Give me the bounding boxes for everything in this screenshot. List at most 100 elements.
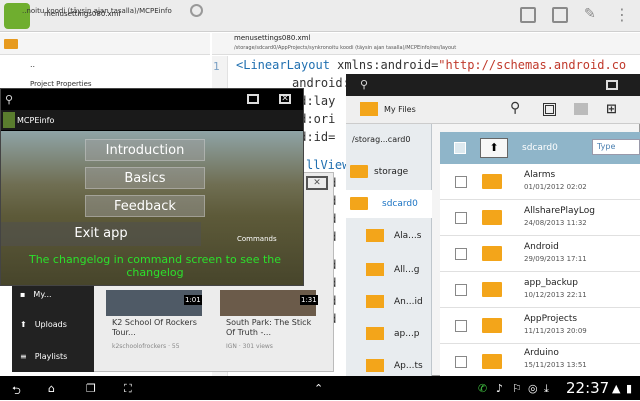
folder-icon [482, 174, 502, 189]
file-date: 24/08/2013 11:32 [524, 219, 587, 227]
folder-icon [482, 318, 502, 333]
sidebar-item-uploads[interactable]: ⬆ Uploads [20, 320, 67, 329]
file-name: Arduino [524, 348, 559, 358]
select-all-checkbox[interactable] [454, 142, 466, 154]
file-name: app_backup [524, 278, 578, 288]
folder-icon [482, 210, 502, 225]
mcpeinfo-window: ⚲ ✕ MCPEinfo Introduction Basics Feedbac… [0, 88, 304, 286]
move-folder-icon[interactable] [574, 103, 588, 115]
file-name: AppProjects [524, 314, 578, 324]
file-date: 29/09/2013 17:11 [524, 255, 587, 263]
download-icon: ⤓ [544, 382, 549, 395]
tree-subitem[interactable]: ap...p [394, 329, 420, 339]
row-checkbox[interactable] [455, 320, 467, 332]
introduction-button[interactable]: Introduction [85, 139, 205, 161]
home-icon[interactable]: ⌂ [48, 382, 55, 395]
screenshot-icon[interactable]: ⛶ [124, 382, 132, 396]
tree-subitem[interactable]: Ap...ts [394, 361, 423, 371]
folder-icon [350, 165, 368, 178]
folder-icon: ▪ [20, 290, 26, 299]
video-channel: IGN · 301 views [226, 343, 273, 350]
video-duration: 1:31 [300, 295, 318, 305]
folder-icon [4, 39, 18, 49]
code-line[interactable]: <LinearLayout xmlns:android="http://sche… [236, 58, 626, 72]
project-path-row[interactable] [0, 33, 210, 55]
row-checkbox[interactable] [455, 176, 467, 188]
image-icon[interactable] [520, 7, 536, 23]
folder-icon [366, 327, 384, 340]
pin-icon[interactable]: ⚲ [360, 78, 368, 91]
back-icon[interactable]: ⮌ [12, 382, 21, 401]
edit-pencil-icon[interactable]: ✎ [584, 6, 596, 22]
app-title: MCPEinfo [17, 116, 55, 125]
exit-app-button[interactable]: Exit app [1, 222, 201, 246]
folder-icon [350, 197, 368, 210]
code-line[interactable]: llView [306, 158, 349, 172]
folder-icon [482, 246, 502, 261]
file-date: 01/01/2012 02:02 [524, 183, 587, 191]
parent-folder-item[interactable]: .. [30, 60, 35, 69]
row-checkbox[interactable] [455, 212, 467, 224]
row-checkbox[interactable] [455, 248, 467, 260]
overflow-menu-icon[interactable]: ⋮ [614, 5, 630, 24]
battery-icon: ▮ [626, 382, 633, 395]
grid-view-icon[interactable] [543, 103, 556, 116]
gear-icon[interactable] [190, 4, 203, 17]
maximize-icon[interactable] [606, 80, 618, 90]
tree-subitem[interactable]: All...g [394, 265, 419, 275]
tree-subitem[interactable]: Ala...s [394, 231, 421, 241]
signal-icon: ▲ [612, 382, 621, 395]
sort-type-select[interactable]: Type [592, 139, 640, 155]
code-attr: xmlns:android= [329, 58, 439, 72]
video-title[interactable]: K2 School Of Rockers Tour... [112, 318, 202, 338]
my-files-icon [360, 102, 378, 116]
folder-icon [482, 354, 502, 369]
video-duration: 1:01 [184, 295, 202, 305]
close-icon[interactable]: ✕ [279, 94, 291, 104]
basics-button[interactable]: Basics [85, 167, 205, 189]
folder-icon [366, 229, 384, 242]
clock: 22:37 [566, 379, 610, 397]
row-checkbox[interactable] [455, 284, 467, 296]
maximize-icon[interactable] [247, 94, 259, 104]
search-icon[interactable]: ⚲ [510, 100, 520, 116]
preview-icon[interactable] [552, 7, 568, 23]
usb-icon: ⚐ [512, 382, 522, 395]
code-tag: <LinearLayout [236, 58, 330, 72]
upload-icon: ⬆ [20, 320, 27, 329]
recent-apps-icon[interactable]: ❐ [86, 382, 96, 395]
notification-icon[interactable]: ✆ [478, 382, 487, 395]
storage-path: /storag...card0 [352, 135, 411, 144]
tree-item-storage[interactable]: storage [374, 167, 408, 177]
file-date: 15/11/2013 13:51 [524, 361, 587, 369]
video-title[interactable]: South Park: The Stick Of Truth -... [226, 318, 316, 338]
mute-icon: ♪ [496, 382, 504, 395]
sidebar-item-my[interactable]: ▪ My... [20, 290, 52, 299]
editor-file-title: menusettings080.xml [234, 34, 311, 42]
up-folder-button[interactable]: ⬆ [480, 138, 508, 158]
current-folder: sdcard0 [522, 143, 558, 153]
file-name: AllsharePlayLog [524, 206, 595, 216]
project-properties-item[interactable]: Project Properties [30, 80, 92, 88]
chevron-up-icon[interactable]: ⌃ [314, 382, 323, 395]
feedback-button[interactable]: Feedback [85, 195, 205, 217]
code-value: "http://schemas.android.co [438, 58, 627, 72]
commands-button[interactable]: Commands [237, 235, 277, 243]
file-name: Android [524, 242, 559, 252]
row-checkbox[interactable] [455, 356, 467, 368]
line-number: 1 [213, 60, 220, 73]
up-arrow-icon: ⬆ [489, 141, 499, 154]
files-title: My Files [384, 105, 416, 114]
whatsapp-icon: ◎ [528, 382, 538, 395]
folder-plus-icon [366, 359, 384, 372]
folder-plus-icon [366, 263, 384, 276]
project-path: ..noitu koodi (täysin ajan tasalla)/MCPE… [22, 7, 172, 15]
pin-icon[interactable]: ⚲ [5, 93, 13, 106]
folder-icon [482, 282, 502, 297]
tree-item-sdcard0[interactable]: sdcard0 [382, 199, 418, 209]
new-folder-icon[interactable]: ⊞ [606, 102, 617, 117]
close-icon[interactable]: ✕ [306, 176, 328, 190]
tree-subitem[interactable]: An...id [394, 297, 423, 307]
window-title-bar[interactable] [346, 74, 640, 96]
sidebar-item-playlists[interactable]: ≡ Playlists [20, 352, 67, 361]
